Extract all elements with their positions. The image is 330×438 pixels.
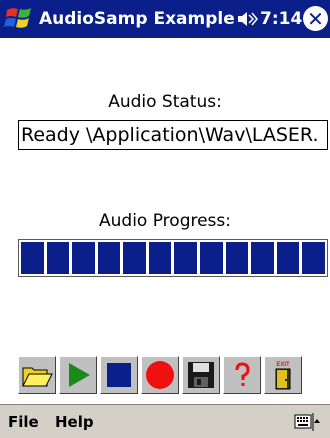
stop-icon [107,363,131,387]
progress-segment [97,242,121,274]
stop-button[interactable] [100,356,138,394]
progress-segment [123,242,146,274]
record-button[interactable] [141,356,179,394]
progress-segment [251,242,274,274]
menu-file[interactable]: File [8,413,39,431]
progress-segment [200,242,223,274]
save-button[interactable] [182,356,220,394]
keyboard-icon[interactable] [294,411,320,433]
question-mark-icon [235,362,250,386]
exit-text: EXIT [276,362,290,368]
progress-segment [46,242,70,274]
help-button[interactable] [223,356,261,394]
audio-progress-bar [18,239,328,277]
app-title: AudioSamp Example [39,9,235,29]
clock[interactable]: 7:14 [260,9,302,29]
progress-segment [148,242,172,274]
progress-segment [174,242,198,274]
menu-bar: File Help [0,404,330,438]
up-arrow-icon [314,419,320,423]
progress-segment [302,242,325,274]
progress-segment [225,242,249,274]
play-button[interactable] [59,356,97,394]
floppy-disk-icon [188,362,214,388]
exit-button[interactable]: EXIT [264,356,302,394]
progress-segment [21,242,44,274]
progress-segment [276,242,300,274]
close-icon[interactable]: ✕ [303,6,328,31]
audio-progress-label: Audio Progress: [99,211,231,231]
exit-door-icon: EXIT [275,362,291,390]
record-icon [146,361,174,389]
toolbar: EXIT [18,356,302,396]
progress-segment [72,242,95,274]
play-icon [69,363,90,387]
speaker-icon[interactable] [236,10,258,28]
audio-status-label: Audio Status: [108,92,222,112]
windows-start-icon[interactable] [4,4,34,34]
title-bar: AudioSamp Example 7:14 ✕ [0,0,330,38]
audio-status-field[interactable]: Ready \Application\Wav\LASER. [18,120,328,150]
folder-open-icon [22,367,53,387]
menu-help[interactable]: Help [55,413,94,431]
open-button[interactable] [18,356,56,394]
